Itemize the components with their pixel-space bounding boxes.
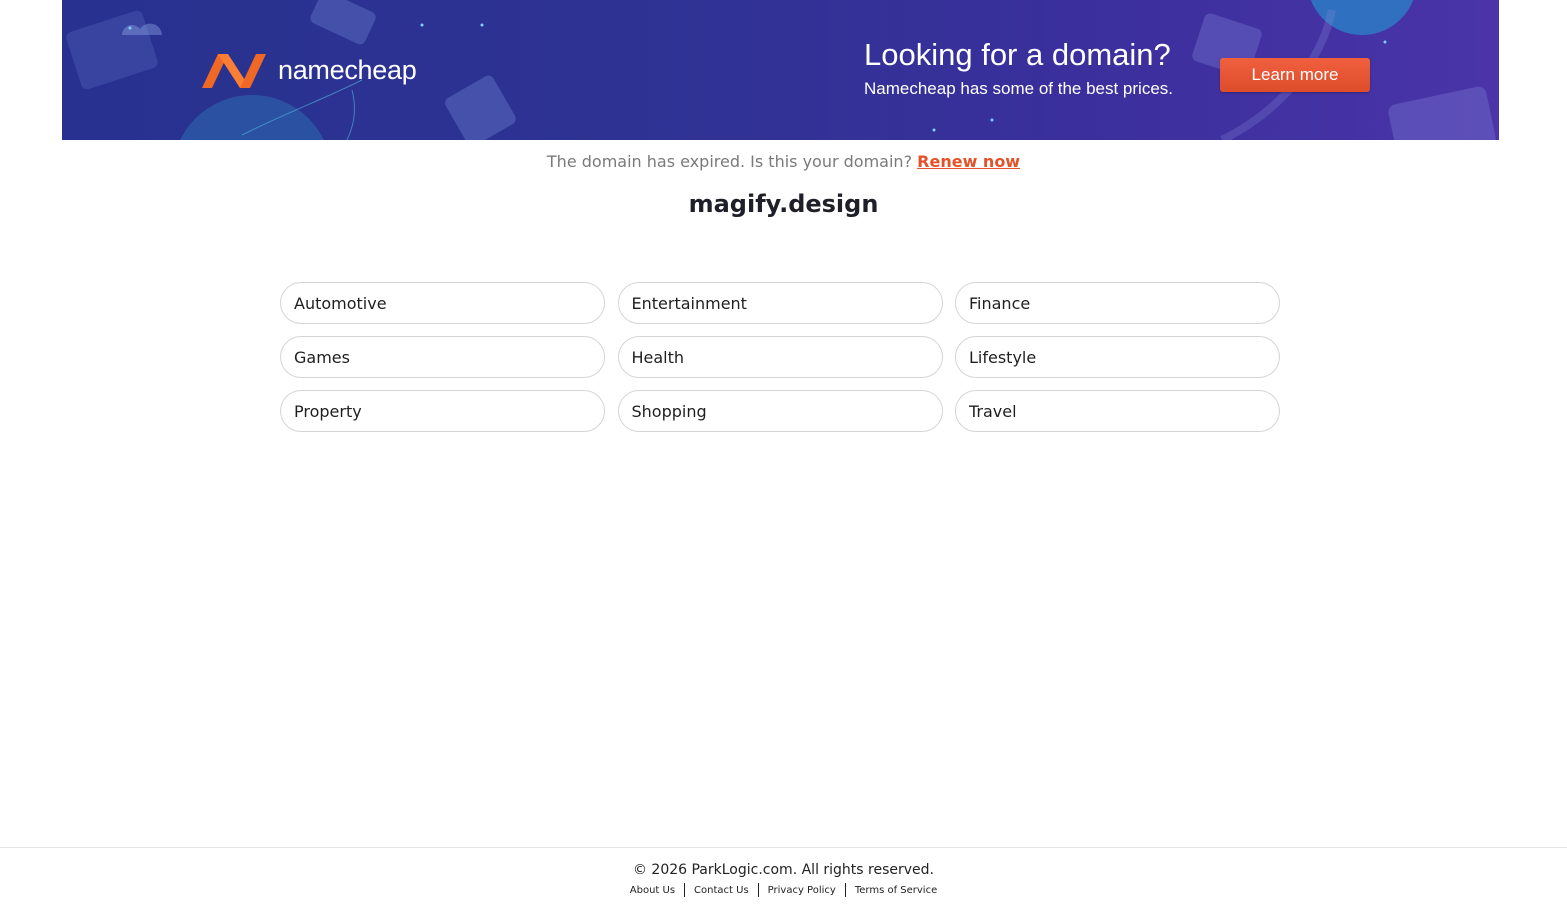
category-finance[interactable]: Finance [955, 282, 1280, 324]
category-entertainment[interactable]: Entertainment [617, 282, 943, 324]
namecheap-ad-banner[interactable]: namecheap Looking for a domain? Namechea… [62, 0, 1499, 140]
expired-notice-text: The domain has expired. Is this your dom… [546, 152, 913, 171]
renew-now-link[interactable]: Renew now [917, 152, 1020, 171]
footer-divider [0, 847, 1567, 848]
learn-more-button[interactable]: Learn more [1220, 58, 1370, 92]
copyright-text: © 2026 ParkLogic.com. All rights reserve… [632, 862, 935, 878]
domain-name: magify.design [688, 190, 879, 218]
category-shopping[interactable]: Shopping [617, 390, 943, 432]
page: namecheap Looking for a domain? Namechea… [0, 0, 1567, 909]
footer-link-contact[interactable]: Contact Us [685, 885, 758, 896]
category-lifestyle[interactable]: Lifestyle [955, 336, 1280, 378]
category-automotive[interactable]: Automotive [280, 282, 605, 324]
brand-name: namecheap [278, 54, 417, 85]
namecheap-logo[interactable]: namecheap [198, 50, 417, 90]
category-property[interactable]: Property [280, 390, 605, 432]
footer-link-about[interactable]: About Us [621, 885, 684, 896]
footer-link-privacy[interactable]: Privacy Policy [759, 885, 845, 896]
category-health[interactable]: Health [617, 336, 943, 378]
expired-notice: The domain has expired. Is this your dom… [0, 152, 1567, 171]
namecheap-n-icon [202, 54, 266, 88]
promo-title: Looking for a domain? [864, 37, 1171, 72]
category-games[interactable]: Games [280, 336, 605, 378]
promo-subtitle: Namecheap has some of the best prices. [864, 79, 1173, 98]
category-travel[interactable]: Travel [955, 390, 1280, 432]
category-grid: Automotive Entertainment Finance Games H… [280, 282, 1280, 432]
footer-links: About Us Contact Us Privacy Policy Terms… [0, 883, 1567, 897]
footer-link-terms[interactable]: Terms of Service [846, 885, 946, 896]
